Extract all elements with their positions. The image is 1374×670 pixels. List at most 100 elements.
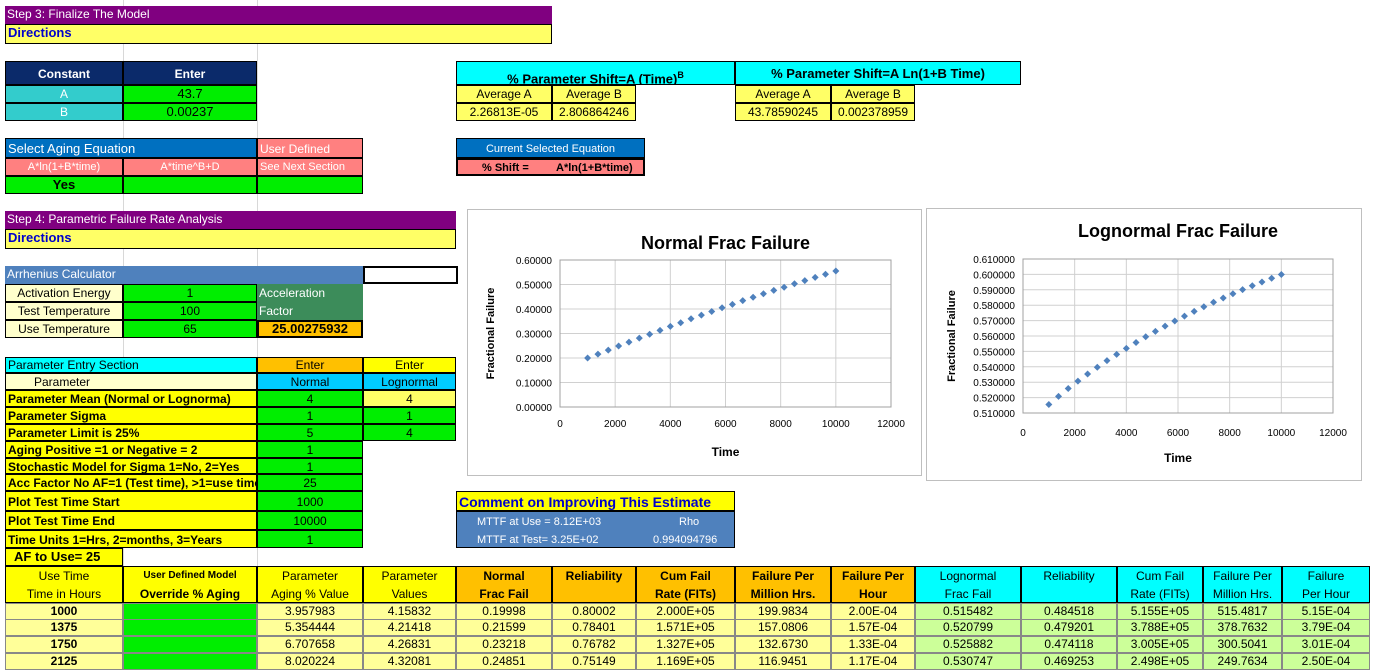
- shift-ln-avg-b: 0.002378959: [831, 103, 915, 121]
- x-tick-label: 0: [557, 419, 563, 430]
- override-aging-input[interactable]: [123, 653, 257, 670]
- table-cell: 8.020224: [257, 653, 363, 670]
- shift-power-avg-a-label: Average A: [456, 85, 552, 103]
- constant-a-input[interactable]: 43.7: [123, 85, 257, 103]
- aging-eq-power-select[interactable]: [123, 176, 257, 194]
- test-temperature-label: Test Temperature: [5, 302, 123, 320]
- override-aging-input[interactable]: [123, 603, 257, 620]
- table-header-line1: User Defined Model: [143, 570, 237, 581]
- constant-b-input[interactable]: 0.00237: [123, 103, 257, 121]
- param-row-label: Stochastic Model for Sigma 1=No, 2=Yes: [5, 458, 257, 474]
- aging-eq-ln-option[interactable]: A*ln(1+B*time): [5, 158, 123, 176]
- data-point: [832, 267, 840, 275]
- data-point: [1161, 322, 1169, 330]
- param-row-normal-input[interactable]: 25: [257, 474, 363, 491]
- table-header-cell: Cum Fail Rate (FITs): [1117, 566, 1203, 602]
- mttf-use: MTTF at Use = 8.12E+03: [477, 516, 602, 528]
- table-header-line1: Failure: [1307, 569, 1345, 583]
- current-eq-row: % Shift = A*ln(1+B*time): [456, 158, 645, 176]
- table-header-cell: Use Time Time in Hours: [5, 566, 123, 602]
- use-temperature-input[interactable]: 65: [123, 320, 257, 338]
- param-row-normal-input[interactable]: 1: [257, 530, 363, 548]
- table-header-line2: Rate (FITs): [654, 587, 717, 601]
- step4-title: Step 4: Parametric Failure Rate Analysis: [5, 211, 456, 229]
- param-row-normal-input[interactable]: 1000: [257, 491, 363, 511]
- y-tick-label: 0.10000: [516, 379, 553, 390]
- shift-ln-avg-a-label: Average A: [735, 85, 831, 103]
- data-point: [1200, 303, 1208, 311]
- table-cell: 0.530747: [915, 653, 1021, 670]
- table-cell: 1.327E+05: [636, 636, 735, 653]
- table-cell: 0.23218: [456, 636, 552, 653]
- data-point: [718, 304, 726, 312]
- table-cell: 4.15832: [363, 603, 456, 620]
- table-header-cell: Lognormal Frac Fail: [915, 566, 1021, 602]
- table-cell: 1750: [5, 636, 123, 653]
- param-row-label: Time Units 1=Hrs, 2=months, 3=Years: [5, 530, 257, 548]
- data-point: [615, 342, 623, 350]
- shift-power-sup: B: [677, 70, 684, 80]
- y-tick-label: 0.590000: [973, 286, 1015, 297]
- data-point: [625, 338, 633, 346]
- data-point: [1171, 317, 1179, 325]
- override-aging-input[interactable]: [123, 619, 257, 636]
- data-point: [1190, 307, 1198, 315]
- param-row-normal-input[interactable]: 1: [257, 441, 363, 458]
- override-aging-input[interactable]: [123, 636, 257, 653]
- step3-directions-link[interactable]: Directions: [5, 24, 552, 44]
- data-point: [1122, 344, 1130, 352]
- x-tick-label: 2000: [604, 419, 627, 430]
- data-point: [584, 354, 592, 362]
- acceleration-factor-label: Acceleration Factor: [257, 284, 363, 320]
- param-row-normal-input[interactable]: 5: [257, 424, 363, 441]
- table-cell: 0.80002: [552, 603, 636, 620]
- arrhenius-title: Arrhenius Calculator: [5, 266, 363, 284]
- table-header-line2: Frac Fail: [944, 587, 992, 601]
- data-point: [1045, 401, 1053, 409]
- param-row-normal-input[interactable]: 4: [257, 390, 363, 407]
- data-point: [811, 273, 819, 281]
- param-row-normal-input[interactable]: 1: [257, 458, 363, 474]
- user-defined-select[interactable]: [257, 176, 363, 194]
- table-cell: 0.76782: [552, 636, 636, 653]
- table-cell: 2.50E-04: [1282, 653, 1370, 670]
- x-tick-label: 10000: [822, 419, 850, 430]
- table-cell: 5.354444: [257, 619, 363, 636]
- data-point: [1268, 274, 1276, 282]
- table-header-line1: Cum Fail: [660, 569, 711, 583]
- comment-title: Comment on Improving This Estimate: [456, 491, 735, 511]
- activation-energy-input[interactable]: 1: [123, 284, 257, 302]
- table-header-cell: Reliability: [1021, 566, 1117, 602]
- data-point: [1074, 377, 1082, 385]
- y-tick-label: 0.510000: [973, 409, 1015, 420]
- data-point: [666, 322, 674, 330]
- y-tick-label: 0.60000: [516, 256, 553, 267]
- y-tick-label: 0.30000: [516, 330, 553, 341]
- aging-eq-power-option[interactable]: A*time^B+D: [123, 158, 257, 176]
- normal-chart-svg: Normal Frac Failure 0.00000 0.10000 0.20000…: [485, 233, 905, 459]
- data-point: [1142, 333, 1150, 341]
- table-cell: 378.7632: [1203, 619, 1282, 636]
- aging-eq-ln-select[interactable]: Yes: [5, 176, 123, 194]
- data-point: [1258, 278, 1266, 286]
- param-row-lognormal-input[interactable]: 1: [363, 407, 456, 424]
- table-cell: 5.155E+05: [1117, 603, 1203, 620]
- shift-power-title: % Parameter Shift=A (Time)B: [456, 61, 735, 85]
- table-cell: 0.479201: [1021, 619, 1117, 636]
- param-row-normal-input[interactable]: 10000: [257, 511, 363, 530]
- param-row-lognormal-input[interactable]: 4: [363, 424, 456, 441]
- param-row-lognormal-input[interactable]: 4: [363, 390, 456, 407]
- chart-title: Normal Frac Failure: [641, 233, 810, 253]
- enter-header: Enter: [123, 61, 257, 85]
- table-header-line2: Million Hrs.: [1212, 587, 1273, 601]
- table-cell: 0.525882: [915, 636, 1021, 653]
- table-cell: 0.19998: [456, 603, 552, 620]
- y-tick-label: 0.580000: [973, 301, 1015, 312]
- selected-cell[interactable]: [363, 266, 458, 284]
- step4-directions-link[interactable]: Directions: [5, 229, 456, 249]
- data-point: [1055, 392, 1063, 400]
- data-point: [1132, 338, 1140, 346]
- param-row-normal-input[interactable]: 1: [257, 407, 363, 424]
- table-cell: 6.707658: [257, 636, 363, 653]
- test-temperature-input[interactable]: 100: [123, 302, 257, 320]
